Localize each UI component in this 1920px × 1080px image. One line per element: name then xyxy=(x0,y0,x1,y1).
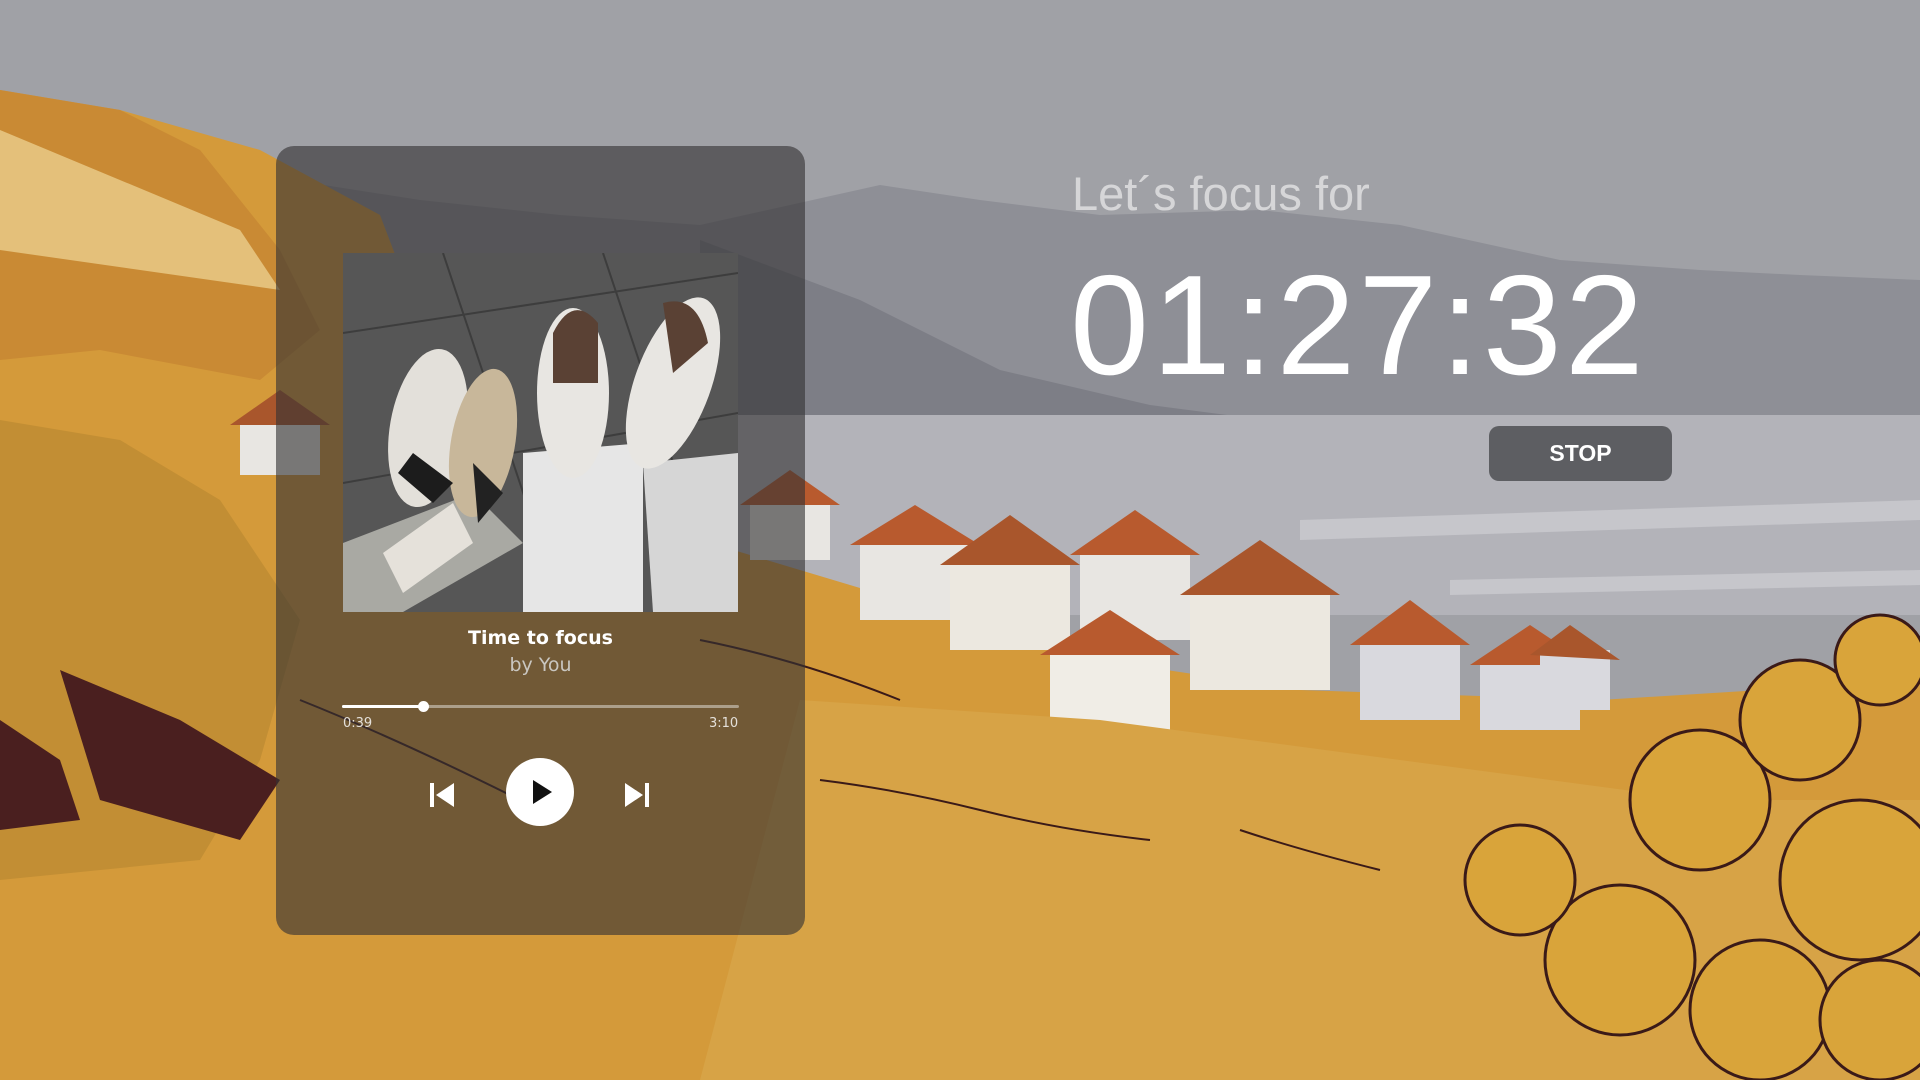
countdown-timer: 01:27:32 xyxy=(1070,246,1647,405)
time-total: 3:10 xyxy=(709,716,739,731)
next-track-button[interactable] xyxy=(619,777,655,813)
skip-next-icon xyxy=(625,783,649,807)
track-artist: by You xyxy=(509,654,572,676)
sneakers-artwork-icon xyxy=(343,253,738,612)
music-player-card: Time to focus by You 0:39 3:10 xyxy=(276,146,805,935)
focus-label: Let´s focus for xyxy=(1072,167,1370,220)
previous-track-button[interactable] xyxy=(424,777,460,813)
progress-fill xyxy=(342,705,424,708)
track-title: Time to focus xyxy=(468,627,613,649)
stop-button[interactable]: STOP xyxy=(1489,426,1672,481)
progress-knob[interactable] xyxy=(418,701,430,712)
play-icon xyxy=(533,780,552,804)
progress-bar[interactable] xyxy=(342,701,739,712)
skip-previous-icon xyxy=(430,783,454,807)
play-button[interactable] xyxy=(506,758,574,826)
album-cover xyxy=(343,253,738,612)
time-elapsed: 0:39 xyxy=(343,716,373,731)
